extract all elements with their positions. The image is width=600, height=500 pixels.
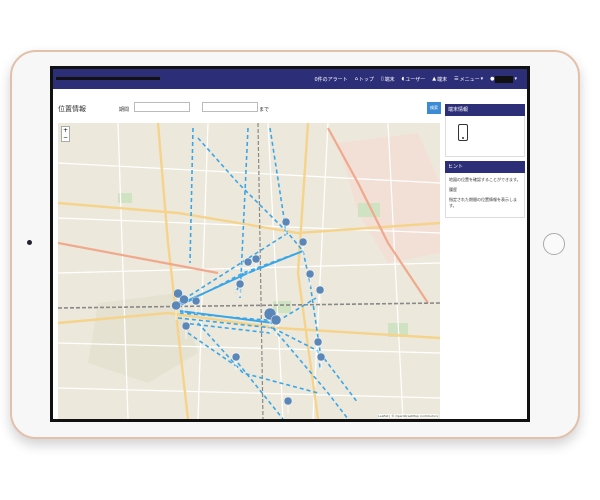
nav-menu-dropdown[interactable]: ☰ メニュー ▾ — [454, 76, 483, 83]
device-info-header: 端末情報 — [445, 104, 525, 116]
zoom-control: + − — [61, 126, 70, 142]
app-screen: 0件のアラート ⌂ トップ ▯ 端末 ◖ ユーザー ▲ 端末 ☰ メニュー ▾ ● ▾ 位置情… — [50, 66, 530, 422]
nav-devices[interactable]: ▯ 端末 — [381, 76, 395, 83]
chevron-down-icon: ▾ — [480, 76, 484, 82]
nav-user-account[interactable]: ● ▾ — [490, 75, 517, 83]
period-label: 期間 — [119, 107, 130, 113]
nav-menu: 0件のアラート ⌂ トップ ▯ 端末 ◖ ユーザー ▲ 端末 ☰ メニュー ▾ ● ▾ — [315, 69, 517, 89]
home-button — [543, 233, 565, 255]
nav-top[interactable]: ⌂ トップ — [355, 76, 374, 83]
hint-header: ヒント — [445, 161, 525, 173]
map-park — [273, 301, 291, 313]
camera-dot — [27, 240, 32, 245]
hint-line: 履歴 — [449, 187, 457, 192]
map-attribution[interactable]: Leaflet | © OpenStreetMap contributors — [378, 414, 438, 418]
to-label: まで — [259, 107, 270, 113]
person-icon: ▲ — [432, 76, 437, 82]
search-button[interactable]: 検索 — [427, 102, 441, 114]
phone-icon: ▯ — [380, 76, 384, 82]
home-icon: ⌂ — [354, 76, 358, 82]
start-date-input[interactable] — [134, 102, 190, 112]
nav-terminal-label: 端末 — [437, 76, 448, 83]
nav-alerts[interactable]: 0件のアラート — [315, 76, 348, 83]
nav-alerts-label: 0件のアラート — [314, 76, 348, 83]
user-icon: ◖ — [401, 76, 405, 82]
end-date-input[interactable] — [202, 102, 258, 112]
hint-line: 地図の位置を確認することができます。 — [449, 177, 521, 182]
zoom-in-button[interactable]: + — [62, 127, 69, 134]
nav-terminal[interactable]: ▲ 端末 — [432, 76, 447, 83]
top-navbar: 0件のアラート ⌂ トップ ▯ 端末 ◖ ユーザー ▲ 端末 ☰ メニュー ▾ ● ▾ — [53, 69, 527, 89]
nav-menu-label: メニュー — [459, 76, 480, 83]
map-view[interactable]: + − Leaflet | © OpenStreetMap contributo… — [58, 123, 440, 419]
nav-users[interactable]: ◖ ユーザー — [402, 76, 426, 83]
page-title: 位置情報 — [58, 105, 86, 113]
zoom-out-button[interactable]: − — [62, 134, 69, 141]
hint-line: 指定された期間の位置情報を表示します。 — [449, 197, 517, 208]
menu-icon: ☰ — [454, 76, 459, 82]
device-info-box — [445, 116, 525, 157]
side-panel: 端末情報 ヒント 地図の位置を確認することができます。 履歴 指定された期間の位… — [445, 104, 525, 218]
nav-users-label: ユーザー — [405, 76, 426, 83]
nav-top-label: トップ — [358, 76, 374, 83]
user-name-redacted — [495, 75, 514, 83]
smartphone-icon — [458, 124, 468, 141]
nav-devices-label: 端末 — [384, 76, 395, 83]
hint-body: 地図の位置を確認することができます。 履歴 指定された期間の位置情報を表示します… — [445, 173, 525, 218]
account-icon: ● — [490, 76, 495, 82]
map-canvas — [58, 123, 440, 419]
brand-logo[interactable] — [56, 77, 160, 80]
user-chevron-icon: ▾ — [514, 76, 517, 82]
